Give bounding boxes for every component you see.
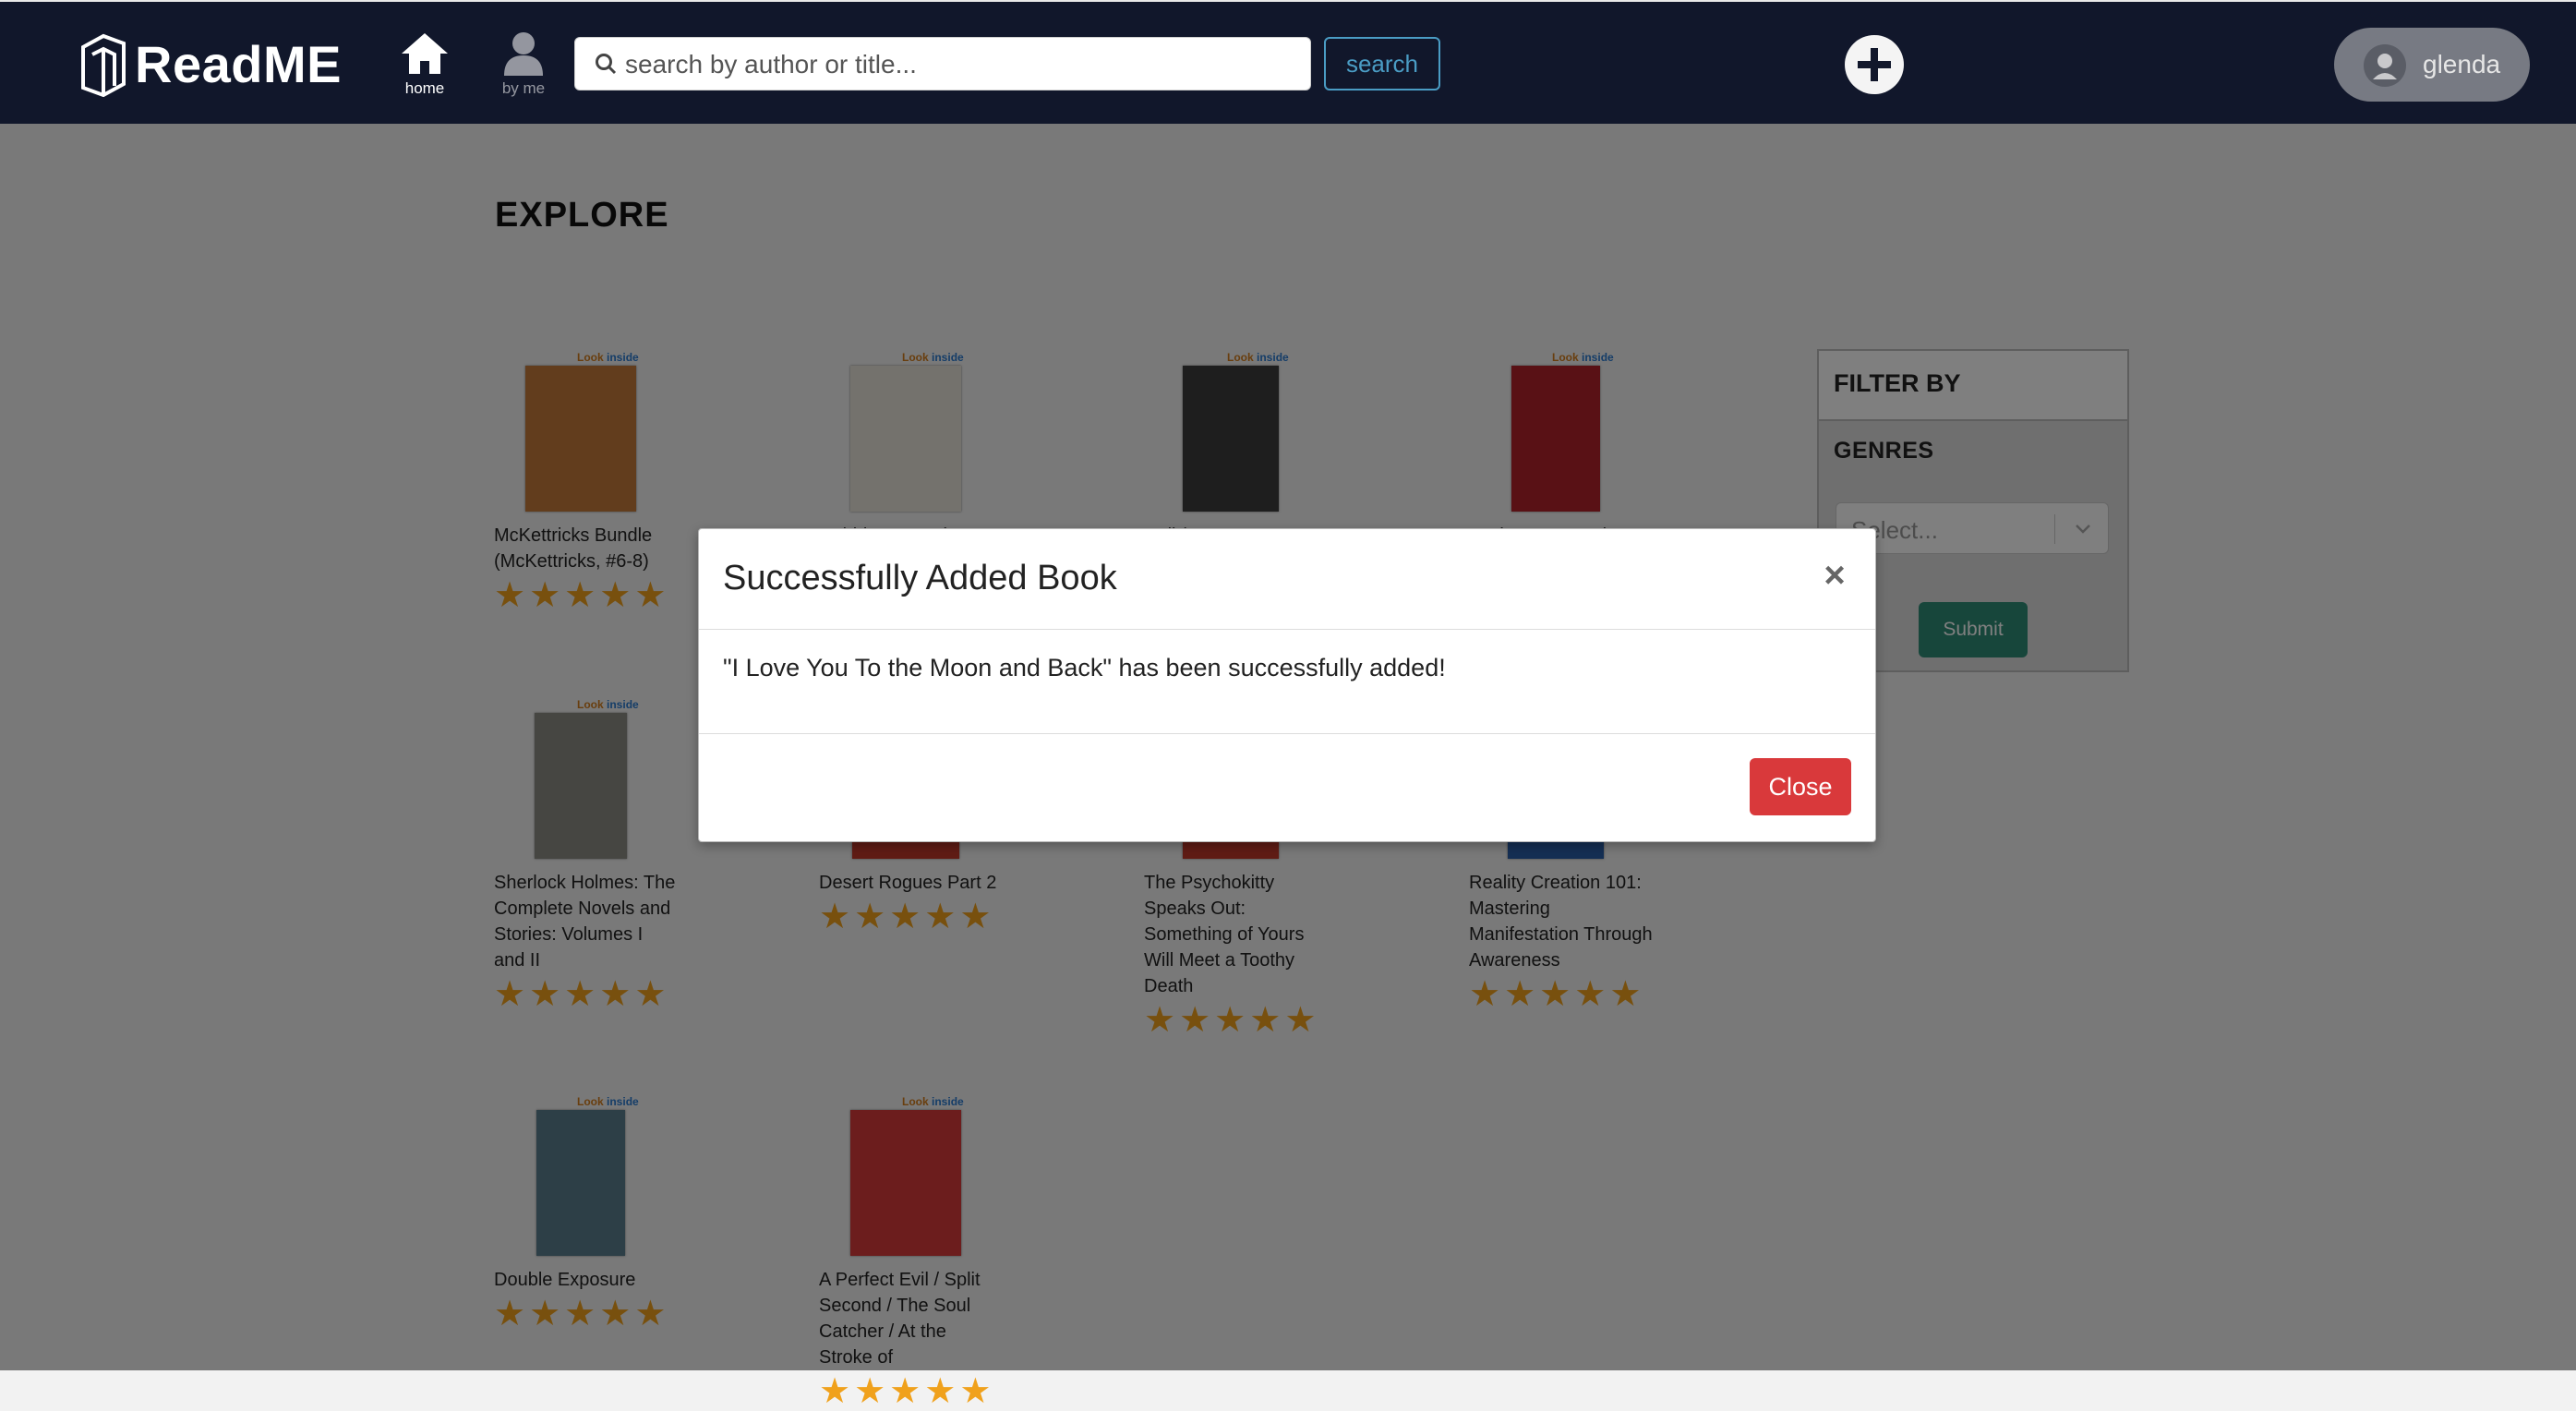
modal-header: Successfully Added Book × xyxy=(699,529,1875,630)
star-icon: ★ xyxy=(854,1372,890,1411)
close-icon[interactable]: × xyxy=(1818,555,1851,596)
book-logo-icon xyxy=(81,33,126,97)
nav-home[interactable]: home xyxy=(388,30,462,98)
star-icon: ★ xyxy=(924,1372,960,1411)
search-input[interactable] xyxy=(623,38,1301,91)
brand-logo[interactable]: ReadME xyxy=(79,30,342,98)
modal-title: Successfully Added Book xyxy=(723,559,1117,597)
user-avatar-icon xyxy=(2364,44,2406,87)
modal-footer: Close xyxy=(699,734,1875,843)
search-button[interactable]: search xyxy=(1324,37,1440,90)
search-box[interactable] xyxy=(574,37,1311,91)
nav-home-label: home xyxy=(404,79,445,97)
modal-message: "I Love You To the Moon and Back" has be… xyxy=(723,654,1446,681)
home-icon xyxy=(402,33,448,74)
star-icon: ★ xyxy=(819,1372,855,1411)
search-icon xyxy=(596,54,617,75)
person-icon xyxy=(504,32,543,76)
brand-name: ReadME xyxy=(135,34,342,93)
top-navbar: ReadME home by me search glenda xyxy=(0,0,2576,124)
add-book-plus-icon[interactable] xyxy=(1845,35,1904,94)
nav-by-me[interactable]: by me xyxy=(487,30,560,98)
modal-body: "I Love You To the Moon and Back" has be… xyxy=(699,630,1875,734)
star-icon: ★ xyxy=(959,1372,995,1411)
success-modal: Successfully Added Book × "I Love You To… xyxy=(698,528,1876,842)
nav-by-me-label: by me xyxy=(501,79,546,97)
user-menu[interactable]: glenda xyxy=(2334,28,2530,102)
close-button[interactable]: Close xyxy=(1750,758,1851,815)
rating-stars: ★★★★★ xyxy=(819,1372,1004,1411)
username: glenda xyxy=(2423,50,2501,78)
star-icon: ★ xyxy=(889,1372,925,1411)
